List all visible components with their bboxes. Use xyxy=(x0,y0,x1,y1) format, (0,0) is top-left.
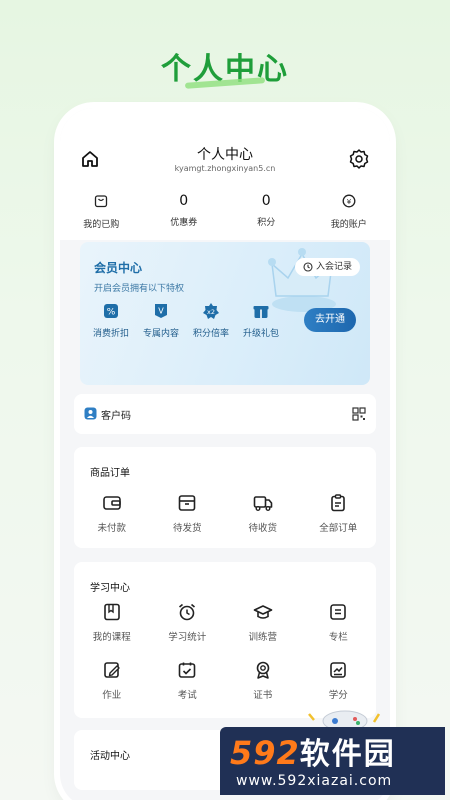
phone-frame: 个人中心 kyamgt.zhongxinyan5.cn 我的已购 0 优惠券 0… xyxy=(60,108,390,800)
vip-v-icon: V xyxy=(155,304,167,318)
stat-value: 0 xyxy=(261,193,271,209)
perk-label: 积分倍率 xyxy=(192,329,229,339)
study-certificate[interactable]: 证书 xyxy=(225,660,301,701)
study-label: 专栏 xyxy=(328,632,348,643)
order-to-receive[interactable]: 待收货 xyxy=(225,493,301,534)
navbar: 个人中心 kyamgt.zhongxinyan5.cn xyxy=(60,108,390,178)
orders-grid: 未付款 待发货 待收货 全部订单 xyxy=(74,493,376,534)
perk-label: 升级礼包 xyxy=(242,329,279,339)
order-label: 全部订单 xyxy=(319,523,358,534)
stats-bar: 我的已购 0 优惠券 0 积分 ¥ 我的账户 xyxy=(60,178,390,240)
study-card: 学习中心 我的课程 学习统计 训练营 专栏 作业 考试 证书 学分 xyxy=(74,562,376,718)
study-my-courses[interactable]: 我的课程 xyxy=(74,602,150,643)
stat-value: 0 xyxy=(179,193,189,209)
study-statistics[interactable]: 学习统计 xyxy=(150,602,226,643)
join-record-button[interactable]: 入会记录 xyxy=(294,258,360,276)
perk-exclusive: V 专属内容 xyxy=(136,302,186,339)
watermark-logo: 592软件园 www.592xiazai.com xyxy=(220,727,445,795)
settings-icon[interactable] xyxy=(348,148,370,170)
study-label: 证书 xyxy=(253,690,273,701)
study-grid-row-2: 作业 考试 证书 学分 xyxy=(74,660,376,701)
order-label: 未付款 xyxy=(97,523,126,534)
study-label: 作业 xyxy=(102,690,122,701)
bag-icon xyxy=(95,195,108,208)
wallet-icon xyxy=(102,496,121,510)
orders-title: 商品订单 xyxy=(90,468,130,479)
order-label: 待收货 xyxy=(248,523,277,534)
gift-icon xyxy=(253,306,269,318)
study-credits[interactable]: 学分 xyxy=(301,660,377,701)
study-homework[interactable]: 作业 xyxy=(74,660,150,701)
watermark-brand-num: 592 xyxy=(230,734,300,772)
study-title: 学习中心 xyxy=(90,583,130,594)
customer-code-label: 客户码 xyxy=(101,411,131,422)
book-icon xyxy=(103,603,120,621)
join-record-label: 入会记录 xyxy=(315,262,352,272)
watermark-brand-cn: 软件园 xyxy=(299,737,396,772)
perk-label: 消费折扣 xyxy=(92,329,129,339)
clipboard-icon xyxy=(331,494,346,512)
vip-card[interactable]: 会员中心 开启会员拥有以下特权 入会记录 % 消费折扣 V 专属内容 x2 积分… xyxy=(80,242,370,385)
activity-title: 活动中心 xyxy=(90,751,130,762)
stat-label: 积分 xyxy=(257,218,276,228)
perk-gift: 升级礼包 xyxy=(236,302,286,339)
history-icon xyxy=(303,262,313,272)
study-label: 我的课程 xyxy=(92,632,131,643)
stat-label: 我的账户 xyxy=(330,220,367,230)
perk-discount: % 消费折扣 xyxy=(86,302,136,339)
study-exam[interactable]: 考试 xyxy=(150,660,226,701)
study-bootcamp[interactable]: 训练营 xyxy=(225,602,301,643)
column-icon xyxy=(330,604,347,620)
svg-text:x2: x2 xyxy=(207,308,215,316)
page-subtitle: kyamgt.zhongxinyan5.cn xyxy=(174,164,276,173)
study-label: 学习统计 xyxy=(168,632,207,643)
stat-label: 优惠券 xyxy=(170,218,198,228)
qr-code-icon[interactable] xyxy=(352,407,366,421)
vip-subtitle: 开启会员拥有以下特权 xyxy=(94,284,185,294)
box-icon xyxy=(178,495,196,511)
alarm-clock-icon xyxy=(179,603,196,621)
vip-title: 会员中心 xyxy=(94,261,143,275)
edit-icon xyxy=(103,662,120,678)
study-column[interactable]: 专栏 xyxy=(301,602,377,643)
order-all[interactable]: 全部订单 xyxy=(301,493,377,534)
study-label: 学分 xyxy=(328,690,348,701)
order-label: 待发货 xyxy=(172,523,202,534)
calendar-check-icon xyxy=(178,662,196,678)
truck-icon xyxy=(253,496,273,511)
perk-points-rate: x2 积分倍率 xyxy=(186,302,236,339)
perk-label: 专属内容 xyxy=(142,329,179,339)
discount-icon: % xyxy=(104,304,118,318)
vip-perks: % 消费折扣 V 专属内容 x2 积分倍率 升级礼包 xyxy=(86,302,286,339)
graduation-cap-icon xyxy=(253,605,273,619)
order-to-ship[interactable]: 待发货 xyxy=(150,493,226,534)
stat-label: 我的已购 xyxy=(83,220,120,230)
watermark-url: www.592xiazai.com xyxy=(236,773,393,789)
study-label: 训练营 xyxy=(248,632,277,643)
page-title: 个人中心 xyxy=(197,147,253,163)
x2-icon: x2 xyxy=(203,303,219,319)
study-grid-row-1: 我的课程 学习统计 训练营 专栏 xyxy=(74,602,376,643)
chart-icon xyxy=(330,662,347,678)
stat-points[interactable]: 0 积分 xyxy=(225,192,308,240)
svg-text:V: V xyxy=(158,307,164,316)
stat-coupons[interactable]: 0 优惠券 xyxy=(143,192,226,240)
stat-purchased[interactable]: 我的已购 xyxy=(60,192,143,240)
user-badge-icon xyxy=(84,407,97,420)
stat-account[interactable]: ¥ 我的账户 xyxy=(308,192,391,240)
certificate-icon xyxy=(256,661,270,679)
svg-text:¥: ¥ xyxy=(347,198,352,206)
wallet-icon: ¥ xyxy=(342,194,356,208)
orders-card: 商品订单 未付款 待发货 待收货 全部订单 xyxy=(74,447,376,548)
open-membership-button[interactable]: 去开通 xyxy=(304,308,356,332)
watermark-brand: 592软件园 xyxy=(230,729,396,773)
study-label: 考试 xyxy=(177,690,197,701)
customer-code-row[interactable]: 客户码 xyxy=(74,394,376,434)
svg-text:%: % xyxy=(107,308,116,318)
order-unpaid[interactable]: 未付款 xyxy=(74,493,150,534)
